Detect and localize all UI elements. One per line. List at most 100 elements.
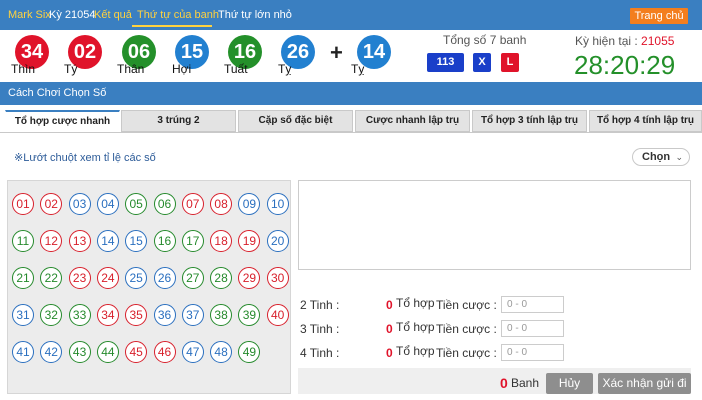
number-ball-31[interactable]: 31: [12, 304, 34, 326]
number-ball-45[interactable]: 45: [125, 341, 148, 363]
number-ball-11[interactable]: 11: [12, 230, 34, 252]
number-ball-22[interactable]: 22: [40, 267, 63, 289]
sum-title: Tổng số 7 banh: [443, 33, 527, 47]
calc-count: 0: [386, 298, 393, 312]
number-ball-28[interactable]: 28: [210, 267, 233, 289]
number-ball-21[interactable]: 21: [12, 267, 34, 289]
confirm-submit-button[interactable]: Xác nhận gửi đi: [598, 373, 691, 394]
cancel-button[interactable]: Hủy: [546, 373, 593, 394]
number-ball-49[interactable]: 49: [238, 341, 261, 363]
zodiac-label: Thân: [117, 62, 145, 76]
number-ball-02[interactable]: 02: [40, 193, 63, 215]
zodiac-label: Tý: [64, 62, 78, 76]
calc-label: 4 Tinh :: [300, 346, 340, 360]
number-ball-46[interactable]: 46: [153, 341, 176, 363]
tab-3-hit-2[interactable]: 3 trúng 2: [121, 110, 236, 132]
plus-sign: +: [330, 40, 343, 65]
number-ball-44[interactable]: 44: [96, 341, 119, 363]
number-ball-03[interactable]: 03: [68, 193, 91, 215]
number-ball-17[interactable]: 17: [181, 230, 204, 252]
result-link[interactable]: Kết quả: [94, 9, 132, 21]
number-ball-30[interactable]: 30: [266, 267, 289, 289]
number-ball-09[interactable]: 09: [238, 193, 261, 215]
tab-quick-combo[interactable]: Tổ hợp cược nhanh: [5, 110, 120, 132]
total-ball-unit: Banh: [511, 376, 540, 390]
bet-amount-input[interactable]: 0 - 0: [501, 296, 564, 313]
bet-amount-input[interactable]: 0 - 0: [501, 344, 564, 361]
number-ball-41[interactable]: 41: [12, 341, 34, 363]
countdown-timer: 28:20:29: [574, 50, 676, 80]
number-ball-24[interactable]: 24: [96, 267, 119, 289]
number-ball-10[interactable]: 10: [266, 193, 289, 215]
number-ball-08[interactable]: 08: [210, 193, 233, 215]
calc-label: 2 Tinh :: [300, 298, 340, 312]
number-ball-25[interactable]: 25: [125, 267, 148, 289]
number-ball-13[interactable]: 13: [68, 230, 91, 252]
number-ball-07[interactable]: 07: [181, 193, 204, 215]
number-ball-01[interactable]: 01: [12, 193, 34, 215]
number-ball-34[interactable]: 34: [96, 304, 119, 326]
issue-label: Kỳ 21054: [49, 9, 96, 21]
number-ball-40[interactable]: 40: [266, 304, 289, 326]
hint-text: ※Lướt chuột xem tỉ lệ các số: [14, 152, 156, 164]
number-ball-43[interactable]: 43: [68, 341, 91, 363]
number-grid: 01 02 03 04 05 06 07 08 09 10 11 12 13 14 15 16 17 18 19 20…: [7, 180, 291, 394]
calc-unit: Tổ hợp: [396, 296, 435, 310]
calc-count: 0: [386, 346, 393, 360]
tab-ball-order[interactable]: Thứ tự của banh: [137, 9, 219, 21]
number-ball-47[interactable]: 47: [181, 341, 204, 363]
next-issue-label: Kỳ hiện tại : 21055: [575, 34, 675, 48]
number-ball-05[interactable]: 05: [125, 193, 148, 215]
number-ball-06[interactable]: 06: [153, 193, 176, 215]
number-ball-48[interactable]: 48: [210, 341, 233, 363]
number-ball-26[interactable]: 26: [153, 267, 176, 289]
number-ball-16[interactable]: 16: [153, 230, 176, 252]
number-ball-36[interactable]: 36: [153, 304, 176, 326]
number-ball-12[interactable]: 12: [40, 230, 63, 252]
page: Mark Six Kỳ 21054 Kết quả Thứ tự của ban…: [0, 0, 702, 400]
zodiac-label: Tỵ: [351, 62, 365, 76]
zodiac-label: Tuất: [224, 62, 248, 76]
number-ball-15[interactable]: 15: [125, 230, 148, 252]
sum-large-badge: L: [501, 53, 519, 72]
tab-quick-column[interactable]: Cược nhanh lập trụ: [355, 110, 470, 132]
number-ball-33[interactable]: 33: [68, 304, 91, 326]
brand-label: Mark Six: [8, 9, 51, 21]
result-strip: 34 Thìn 02 Tý 06 Thân 15 Hợi 16 Tuất 26 …: [0, 30, 702, 82]
number-ball-20[interactable]: 20: [266, 230, 289, 252]
total-ball-count: 0: [500, 375, 508, 391]
zodiac-label: Hợi: [172, 62, 192, 76]
number-ball-39[interactable]: 39: [238, 304, 261, 326]
active-tab-underline: [132, 25, 212, 27]
tab-size-order[interactable]: Thứ tự lớn nhỏ: [218, 9, 292, 21]
number-ball-32[interactable]: 32: [40, 304, 63, 326]
number-ball-42[interactable]: 42: [40, 341, 63, 363]
chevron-down-icon: ⌄: [675, 152, 683, 162]
select-value: Chọn: [642, 151, 671, 163]
tab-special-pair[interactable]: Cặp số đặc biệt: [238, 110, 353, 132]
number-ball-18[interactable]: 18: [210, 230, 233, 252]
number-ball-14[interactable]: 14: [96, 230, 119, 252]
zodiac-label: Thìn: [11, 62, 36, 76]
calc-unit: Tổ hợp: [396, 320, 435, 334]
selection-display[interactable]: [298, 180, 691, 270]
choose-select[interactable]: Chọn ⌄: [632, 148, 690, 166]
calc-count: 0: [386, 322, 393, 336]
home-button[interactable]: Trang chủ: [630, 8, 688, 24]
tab-combo-3-column[interactable]: Tổ hợp 3 tính lập trụ: [472, 110, 587, 132]
number-ball-38[interactable]: 38: [210, 304, 233, 326]
tabs-divider: [0, 132, 702, 133]
tab-combo-4-column[interactable]: Tổ hợp 4 tính lập trụ: [589, 110, 702, 132]
number-ball-37[interactable]: 37: [181, 304, 204, 326]
number-ball-04[interactable]: 04: [96, 193, 119, 215]
play-type-tabs: Tổ hợp cược nhanh 3 trúng 2 Cặp số đặc b…: [0, 110, 702, 132]
number-ball-27[interactable]: 27: [181, 267, 204, 289]
zodiac-label: Tỵ: [278, 62, 292, 76]
number-ball-23[interactable]: 23: [68, 267, 91, 289]
number-ball-35[interactable]: 35: [125, 304, 148, 326]
number-ball-29[interactable]: 29: [238, 267, 261, 289]
sum-value-badge: 113: [427, 53, 464, 72]
calc-label: 3 Tinh :: [300, 322, 340, 336]
number-ball-19[interactable]: 19: [238, 230, 261, 252]
bet-amount-input[interactable]: 0 - 0: [501, 320, 564, 337]
